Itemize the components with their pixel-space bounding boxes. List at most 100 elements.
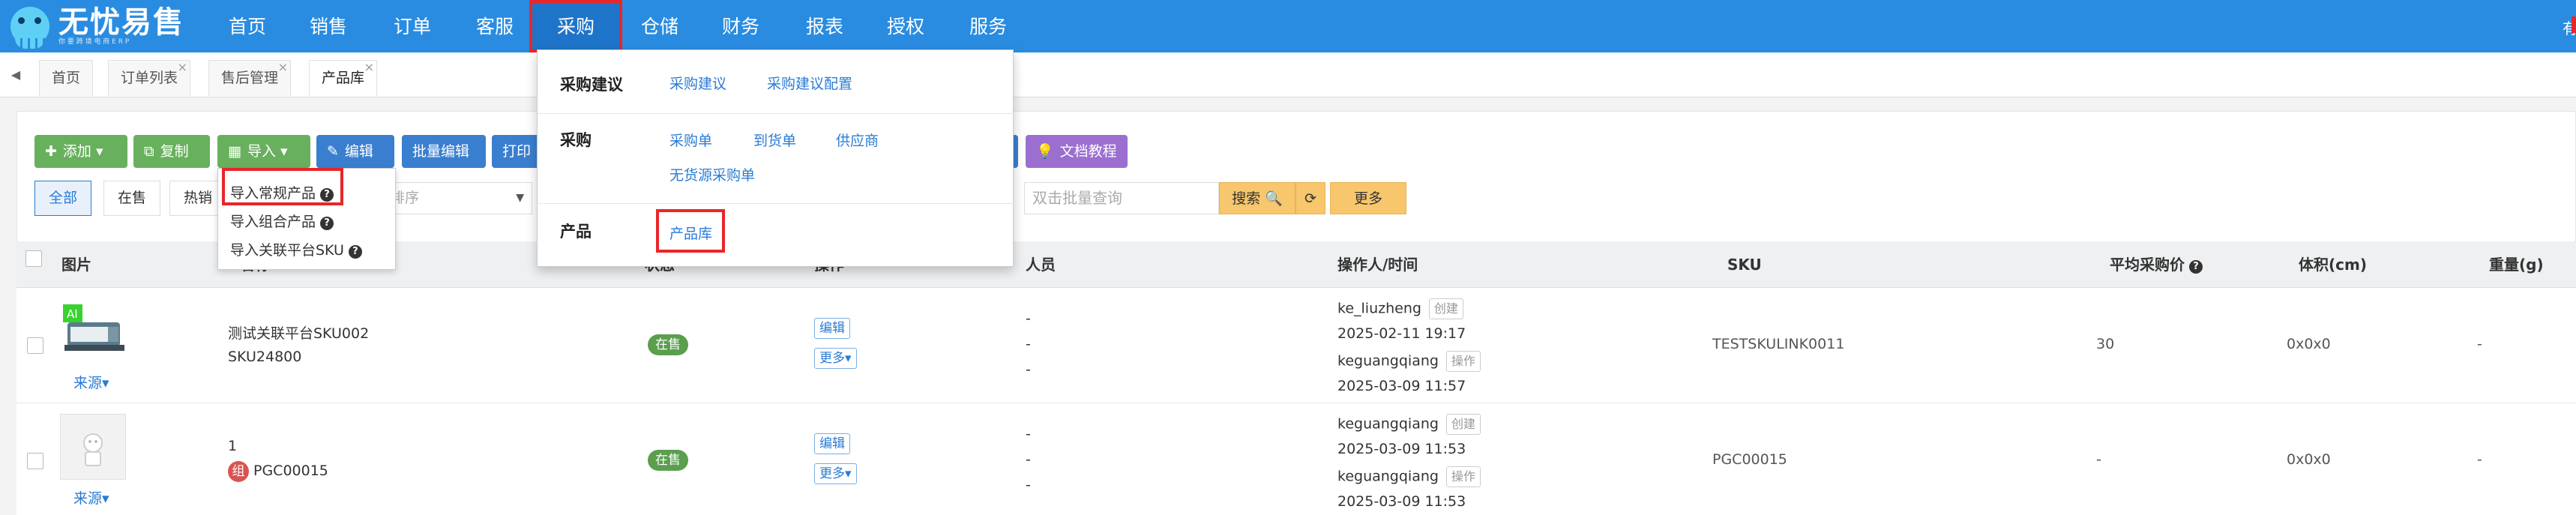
add-button[interactable]: ✚ 添加 ▾ [34,135,127,168]
created-by: keguangqiang 创建 [1337,414,1481,435]
menu-link-arrival-note[interactable]: 到货单 [753,130,796,150]
row-edit-button[interactable]: 编辑 [814,433,850,454]
nav-item-home[interactable]: 首页 [223,0,271,52]
copy-icon: ⧉ [144,143,154,160]
page-tab-strip: ◀ 首页 订单列表 × 售后管理 × 产品库 × [0,52,2576,97]
table-row[interactable]: 来源▾ 1 组 PGC00015 在售 编辑 更多▾ - - - keguangq… [16,403,2576,515]
weight-value: - [2477,336,2482,352]
close-icon[interactable]: × [364,50,374,85]
nav-item-orders[interactable]: 订单 [388,0,436,52]
help-icon[interactable]: ? [2189,260,2203,274]
tab-product-library[interactable]: 产品库 × [309,60,378,96]
user-menu-trigger[interactable]: 有 [2563,16,2576,38]
edit-button[interactable]: ✎ 编辑 [316,135,394,168]
operated-tag: 操作 [1445,351,1481,372]
refresh-button[interactable]: ⟳ [1295,182,1325,214]
operated-by: keguangqiang 操作 [1337,466,1481,487]
menu-link-purchase-suggestion[interactable]: 采购建议 [669,73,726,93]
person-value: - [1026,426,1031,442]
person-value: - [1026,477,1031,493]
nav-item-sales[interactable]: 销售 [304,0,352,52]
tab-label: 首页 [52,70,81,86]
octopus-logo-icon [10,7,49,49]
tab-after-sales[interactable]: 售后管理 × [208,60,292,96]
search-button[interactable]: 搜索 🔍 [1219,182,1295,214]
sku-value: PGC00015 [1712,451,1787,468]
row-checkbox[interactable] [27,453,43,469]
source-dropdown[interactable]: 来源▾ [73,372,109,392]
menu-link-dropship-order[interactable]: 无货源采购单 [669,164,755,184]
person-value: - [1026,361,1031,378]
highlight-box [656,209,725,253]
batch-search-input[interactable]: 双击批量查询 [1024,182,1219,214]
column-header-sku: SKU [1727,256,1762,274]
row-more-button[interactable]: 更多▾ [814,463,857,484]
created-tag: 创建 [1445,414,1481,435]
import-button[interactable]: ▦ 导入 ▾ [217,135,310,168]
menu-link-purchase-order[interactable]: 采购单 [669,130,712,150]
nav-item-authorization[interactable]: 授权 [882,0,930,52]
more-filters-button[interactable]: 更多 [1330,182,1406,214]
product-code: SKU24800 [228,349,302,365]
help-icon[interactable]: ? [348,245,362,259]
copy-button[interactable]: ⧉ 复制 [133,135,210,168]
volume-value: 0x0x0 [2287,451,2331,468]
person-value: - [1026,336,1031,352]
row-checkbox[interactable] [27,337,43,354]
plus-icon: ✚ [45,143,57,160]
product-thumbnail[interactable] [60,414,126,480]
status-badge: 在售 [648,450,688,471]
import-platform-sku-item[interactable]: 导入关联平台SKU? [230,239,362,259]
product-name: 1 [228,438,238,454]
purchase-mega-menu: 采购建议 采购建议 采购建议配置 采购 采购单 到货单 供应商 无货源采购单 产… [537,49,1014,267]
tab-home[interactable]: 首页 [39,60,94,96]
select-all-checkbox[interactable] [25,250,42,267]
tab-scroll-left-icon[interactable]: ◀ [4,61,27,88]
combo-badge: 组 [228,461,249,482]
menu-section-purchase-suggestion: 采购建议 [560,76,623,94]
operated-tag: 操作 [1445,466,1481,487]
nav-item-reports[interactable]: 报表 [801,0,849,52]
filter-tab-on-sale[interactable]: 在售 [103,181,161,216]
row-edit-button[interactable]: 编辑 [814,318,850,339]
column-header-image: 图片 [61,256,91,274]
nav-item-services[interactable]: 服务 [964,0,1012,52]
nav-item-purchase[interactable]: 采购 [529,0,622,52]
close-icon[interactable]: × [278,50,288,85]
source-dropdown[interactable]: 来源▾ [73,487,109,508]
search-icon: 🔍 [1265,190,1283,207]
row-more-button[interactable]: 更多▾ [814,348,857,369]
chevron-down-icon: ▼ [516,192,524,204]
refresh-icon: ⟳ [1304,190,1316,207]
menu-link-supplier[interactable]: 供应商 [836,130,879,150]
table-icon: ▦ [228,143,241,160]
brand-logo[interactable]: 无忧易售 你 要 跨 境 电 商 E R P [10,4,184,49]
brand-name: 无忧易售 [58,5,184,40]
menu-section-purchase: 采购 [560,131,592,149]
highlight-box [222,168,343,205]
nav-item-customer-service[interactable]: 客服 [471,0,519,52]
menu-link-suggestion-config[interactable]: 采购建议配置 [767,73,852,93]
table-header: 图片 名称 状态 操作 人员 操作人/时间 SKU 平均采购价? 体积(cm) … [16,241,2576,288]
documentation-button[interactable]: 💡 文档教程 [1026,135,1128,168]
product-code: 组 PGC00015 [228,461,328,482]
product-thumbnail[interactable]: AI [63,304,129,370]
filter-tab-all[interactable]: 全部 [34,181,92,216]
close-icon[interactable]: × [178,50,187,85]
import-combo-product-item[interactable]: 导入组合产品? [230,211,334,231]
person-value: - [1026,451,1031,468]
volume-value: 0x0x0 [2287,336,2331,352]
nav-item-warehouse[interactable]: 仓储 [636,0,684,52]
sku-value: TESTSKULINK0011 [1712,336,1845,352]
created-by: ke_liuzheng 创建 [1337,298,1463,319]
sofa-product-image: AI [63,304,124,351]
nav-item-finance[interactable]: 财务 [717,0,765,52]
batch-edit-button[interactable]: 批量编辑 [402,135,486,168]
sort-select[interactable]: 排序 ▼ [382,182,532,214]
help-icon[interactable]: ? [320,217,334,230]
created-time: 2025-03-09 11:53 [1337,441,1466,457]
top-navigation-bar: 无忧易售 你 要 跨 境 电 商 E R P 首页 销售 订单 客服 采购 仓储… [0,0,2576,52]
table-row[interactable]: AI 来源▾ 测试关联平台SKU002 SKU24800 在售 编辑 更多▾ -… [16,288,2576,403]
tab-order-list[interactable]: 订单列表 × [108,60,191,96]
column-header-operator-time: 操作人/时间 [1337,256,1418,274]
